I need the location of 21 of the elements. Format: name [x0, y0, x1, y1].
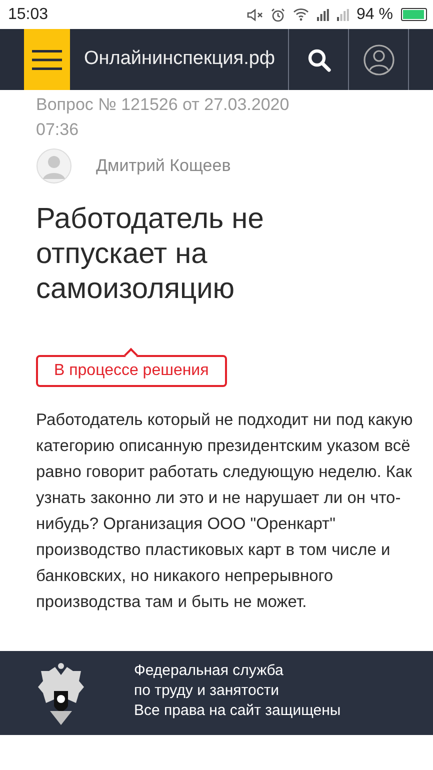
search-icon — [306, 48, 330, 72]
battery-icon — [401, 8, 427, 21]
footer-text: по труду и занятости — [134, 681, 280, 701]
question-title: Работодатель не отпускает на самоизоляцию — [36, 202, 265, 307]
question-text: Работодатель который не подходит ни под какую категорию описанную президентским указом всё равно говорит работать следующую неделю. Как узнать законно ли это и не нарушает ли он что-нибудь? Организация ООО "Оренкарт" производство пластиковых карт в том числе и банковских, но никакого непрерывного производства там и быть не может. — [36, 410, 413, 613]
footer-text: Федеральная служба — [134, 661, 284, 681]
question-meta: Вопрос № 121526 от 27.03.2020 07:36 — [35, 94, 290, 141]
footer-text: Все права на сайт защищены — [134, 701, 341, 721]
signal-icon — [336, 8, 349, 20]
wifi-icon — [292, 8, 309, 21]
avatar-icon — [36, 148, 72, 184]
menu-icon — [32, 50, 62, 70]
mute-icon — [246, 8, 263, 22]
battery-percent: 94 % — [356, 4, 393, 24]
user-icon — [362, 44, 394, 76]
emblem-drawing — [36, 661, 86, 727]
alarm-icon — [270, 8, 285, 22]
author-name: Дмитрий Кощеев — [96, 155, 231, 178]
signal-icon — [316, 8, 329, 20]
menu-button[interactable] — [24, 29, 70, 90]
status-time: 15:03 — [8, 4, 48, 24]
